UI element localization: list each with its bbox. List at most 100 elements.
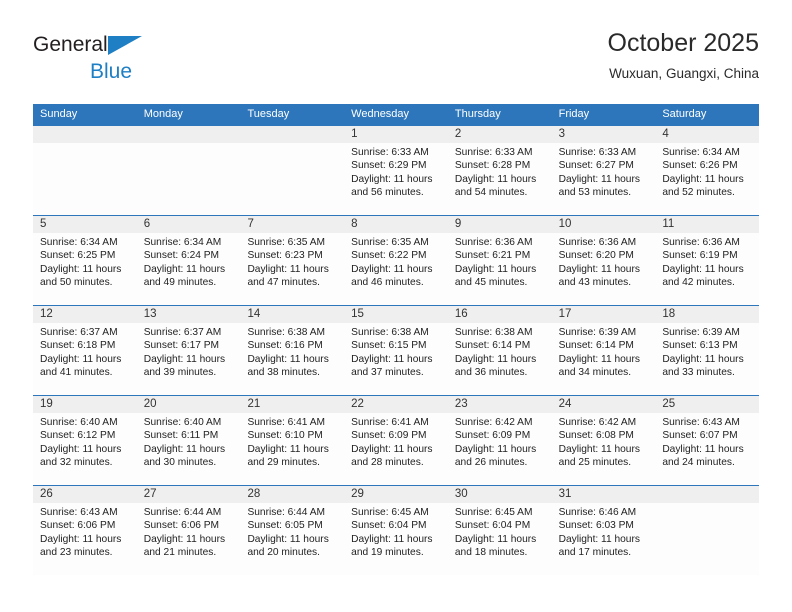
week-row: 26 Sunrise: 6:43 AM Sunset: 6:06 PM Dayl… <box>33 485 760 575</box>
weekday-header-saturday: Saturday <box>662 108 707 120</box>
day-cell[interactable]: 14 Sunrise: 6:38 AM Sunset: 6:16 PM Dayl… <box>240 306 345 395</box>
day-cell[interactable]: 19 Sunrise: 6:40 AM Sunset: 6:12 PM Dayl… <box>33 396 137 485</box>
page-subtitle: Wuxuan, Guangxi, China <box>609 66 759 81</box>
daylight-text-line2: and 53 minutes. <box>558 187 632 199</box>
day-cell[interactable]: 13 Sunrise: 6:37 AM Sunset: 6:17 PM Dayl… <box>136 306 241 395</box>
day-details: Sunrise: 6:38 AM Sunset: 6:16 PM Dayligh… <box>240 323 344 380</box>
daylight-text-line1: Daylight: 11 hours <box>454 353 537 365</box>
daylight-text-line1: Daylight: 11 hours <box>662 173 744 185</box>
sunrise-text: Sunrise: 6:40 AM <box>40 417 118 428</box>
brand-logo[interactable]: General Blue <box>33 34 233 90</box>
day-number <box>240 126 345 143</box>
daylight-text-line2: and 37 minutes. <box>351 367 424 379</box>
day-cell[interactable]: 16 Sunrise: 6:38 AM Sunset: 6:14 PM Dayl… <box>447 306 552 395</box>
day-number <box>655 486 760 503</box>
sunrise-text: Sunrise: 6:38 AM <box>454 327 533 338</box>
day-details: Sunrise: 6:34 AM Sunset: 6:25 PM Dayligh… <box>33 233 137 290</box>
daylight-text-line2: and 33 minutes. <box>662 367 735 379</box>
daylight-text-line2: and 29 minutes. <box>247 457 320 469</box>
day-cell[interactable]: 15 Sunrise: 6:38 AM Sunset: 6:15 PM Dayl… <box>344 306 448 395</box>
day-cell[interactable] <box>240 126 345 215</box>
day-details: Sunrise: 6:33 AM Sunset: 6:27 PM Dayligh… <box>552 143 656 200</box>
day-details: Sunrise: 6:44 AM Sunset: 6:05 PM Dayligh… <box>240 503 344 560</box>
sunrise-text: Sunrise: 6:41 AM <box>247 417 326 428</box>
day-cell[interactable]: 8 Sunrise: 6:35 AM Sunset: 6:22 PM Dayli… <box>344 216 448 305</box>
day-cell[interactable]: 22 Sunrise: 6:41 AM Sunset: 6:09 PM Dayl… <box>344 396 448 485</box>
day-details: Sunrise: 6:37 AM Sunset: 6:18 PM Dayligh… <box>33 323 137 380</box>
day-cell[interactable]: 5 Sunrise: 6:34 AM Sunset: 6:25 PM Dayli… <box>33 216 137 305</box>
day-cell[interactable]: 9 Sunrise: 6:36 AM Sunset: 6:21 PM Dayli… <box>447 216 552 305</box>
day-cell[interactable]: 7 Sunrise: 6:35 AM Sunset: 6:23 PM Dayli… <box>240 216 345 305</box>
daylight-text-line1: Daylight: 11 hours <box>143 353 226 365</box>
day-cell[interactable]: 26 Sunrise: 6:43 AM Sunset: 6:06 PM Dayl… <box>33 486 137 575</box>
day-cell[interactable]: 27 Sunrise: 6:44 AM Sunset: 6:06 PM Dayl… <box>136 486 241 575</box>
day-cell[interactable]: 11 Sunrise: 6:36 AM Sunset: 6:19 PM Dayl… <box>655 216 760 305</box>
day-cell[interactable]: 10 Sunrise: 6:36 AM Sunset: 6:20 PM Dayl… <box>551 216 656 305</box>
sunrise-text: Sunrise: 6:45 AM <box>454 507 533 518</box>
day-cell[interactable]: 17 Sunrise: 6:39 AM Sunset: 6:14 PM Dayl… <box>551 306 656 395</box>
day-cell[interactable]: 3 Sunrise: 6:33 AM Sunset: 6:27 PM Dayli… <box>551 126 656 215</box>
daylight-text-line2: and 30 minutes. <box>143 457 217 469</box>
day-details: Sunrise: 6:34 AM Sunset: 6:26 PM Dayligh… <box>655 143 759 200</box>
day-number: 14 <box>240 306 345 323</box>
sunset-text: Sunset: 6:15 PM <box>351 340 427 352</box>
day-cell[interactable]: 28 Sunrise: 6:44 AM Sunset: 6:05 PM Dayl… <box>240 486 345 575</box>
day-details: Sunrise: 6:44 AM Sunset: 6:06 PM Dayligh… <box>137 503 241 560</box>
daylight-text-line2: and 28 minutes. <box>351 457 424 469</box>
day-cell[interactable]: 23 Sunrise: 6:42 AM Sunset: 6:09 PM Dayl… <box>447 396 552 485</box>
day-details: Sunrise: 6:33 AM Sunset: 6:29 PM Dayligh… <box>344 143 448 200</box>
sunrise-text: Sunrise: 6:34 AM <box>40 237 118 248</box>
daylight-text-line1: Daylight: 11 hours <box>40 443 122 455</box>
week-row: 5 Sunrise: 6:34 AM Sunset: 6:25 PM Dayli… <box>33 215 760 305</box>
day-cell[interactable]: 24 Sunrise: 6:42 AM Sunset: 6:08 PM Dayl… <box>551 396 656 485</box>
day-cell[interactable]: 21 Sunrise: 6:41 AM Sunset: 6:10 PM Dayl… <box>240 396 345 485</box>
day-details: Sunrise: 6:39 AM Sunset: 6:14 PM Dayligh… <box>552 323 656 380</box>
day-cell[interactable] <box>33 126 137 215</box>
day-cell[interactable]: 4 Sunrise: 6:34 AM Sunset: 6:26 PM Dayli… <box>655 126 760 215</box>
sunset-text: Sunset: 6:09 PM <box>351 430 427 442</box>
day-cell[interactable]: 18 Sunrise: 6:39 AM Sunset: 6:13 PM Dayl… <box>655 306 760 395</box>
day-number: 31 <box>551 486 656 503</box>
day-number: 6 <box>136 216 241 233</box>
day-number: 2 <box>447 126 552 143</box>
day-details: Sunrise: 6:38 AM Sunset: 6:14 PM Dayligh… <box>448 323 552 380</box>
daylight-text-line1: Daylight: 11 hours <box>143 443 226 455</box>
day-details: Sunrise: 6:35 AM Sunset: 6:23 PM Dayligh… <box>240 233 344 290</box>
day-cell[interactable]: 30 Sunrise: 6:45 AM Sunset: 6:04 PM Dayl… <box>447 486 552 575</box>
week-row: 12 Sunrise: 6:37 AM Sunset: 6:18 PM Dayl… <box>33 305 760 395</box>
day-cell[interactable]: 25 Sunrise: 6:43 AM Sunset: 6:07 PM Dayl… <box>655 396 760 485</box>
daylight-text-line2: and 23 minutes. <box>40 547 113 559</box>
day-details: Sunrise: 6:43 AM Sunset: 6:07 PM Dayligh… <box>655 413 759 470</box>
day-number: 30 <box>447 486 552 503</box>
sunset-text: Sunset: 6:08 PM <box>558 430 634 442</box>
daylight-text-line2: and 47 minutes. <box>247 277 320 289</box>
daylight-text-line1: Daylight: 11 hours <box>454 263 537 275</box>
day-details: Sunrise: 6:40 AM Sunset: 6:11 PM Dayligh… <box>137 413 241 470</box>
daylight-text-line2: and 45 minutes. <box>454 277 528 289</box>
day-cell[interactable]: 1 Sunrise: 6:33 AM Sunset: 6:29 PM Dayli… <box>344 126 448 215</box>
daylight-text-line1: Daylight: 11 hours <box>351 533 433 545</box>
day-number: 22 <box>344 396 448 413</box>
daylight-text-line2: and 42 minutes. <box>662 277 735 289</box>
sunset-text: Sunset: 6:17 PM <box>143 340 220 352</box>
day-cell[interactable] <box>655 486 760 575</box>
sunset-text: Sunset: 6:06 PM <box>143 520 220 532</box>
sunset-text: Sunset: 6:05 PM <box>247 520 323 532</box>
day-details: Sunrise: 6:43 AM Sunset: 6:06 PM Dayligh… <box>33 503 137 560</box>
sunrise-text: Sunrise: 6:33 AM <box>454 147 533 158</box>
day-number: 17 <box>551 306 656 323</box>
day-number: 5 <box>33 216 137 233</box>
day-details: Sunrise: 6:46 AM Sunset: 6:03 PM Dayligh… <box>552 503 656 560</box>
sunrise-text: Sunrise: 6:38 AM <box>247 327 326 338</box>
day-cell[interactable]: 20 Sunrise: 6:40 AM Sunset: 6:11 PM Dayl… <box>136 396 241 485</box>
day-cell[interactable]: 31 Sunrise: 6:46 AM Sunset: 6:03 PM Dayl… <box>551 486 656 575</box>
day-cell[interactable]: 6 Sunrise: 6:34 AM Sunset: 6:24 PM Dayli… <box>136 216 241 305</box>
daylight-text-line1: Daylight: 11 hours <box>558 173 640 185</box>
day-cell[interactable]: 29 Sunrise: 6:45 AM Sunset: 6:04 PM Dayl… <box>344 486 448 575</box>
day-cell[interactable]: 2 Sunrise: 6:33 AM Sunset: 6:28 PM Dayli… <box>447 126 552 215</box>
day-cell[interactable] <box>136 126 241 215</box>
daylight-text-line2: and 50 minutes. <box>40 277 113 289</box>
day-cell[interactable]: 12 Sunrise: 6:37 AM Sunset: 6:18 PM Dayl… <box>33 306 137 395</box>
day-number: 11 <box>655 216 760 233</box>
daylight-text-line2: and 25 minutes. <box>558 457 632 469</box>
